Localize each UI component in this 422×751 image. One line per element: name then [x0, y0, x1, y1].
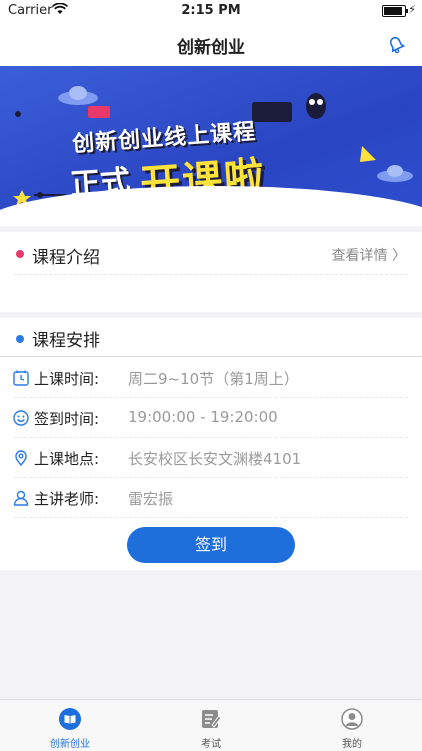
course-schedule-section: 课程安排 上课时间: 周二9~10节（第1周上） 签到时间: 19:00:00 … — [0, 318, 422, 570]
clock-icon — [13, 370, 29, 386]
intro-title: 课程介绍 — [32, 248, 100, 268]
clock-time: 2:15 PM — [181, 3, 241, 18]
location-icon — [15, 450, 27, 467]
page-title: 创新创业 — [177, 38, 245, 58]
teacher-label: 主讲老师: — [34, 490, 100, 508]
class-time-value: 周二9~10节（第1周上） — [128, 370, 299, 388]
exam-icon — [202, 710, 222, 728]
book-icon — [59, 708, 81, 730]
intro-bullet — [16, 250, 24, 258]
divider — [14, 274, 408, 275]
signin-button[interactable]: 签到 — [127, 527, 295, 563]
view-details-link[interactable]: 查看详情 〉 — [332, 245, 406, 265]
signin-time-value: 19:00:00 - 19:20:00 — [128, 408, 278, 426]
schedule-bullet — [16, 335, 24, 343]
class-time-label: 上课时间: — [34, 370, 100, 388]
nav-bar: 创新创业 — [0, 22, 422, 66]
signin-time-label: 签到时间: — [34, 410, 100, 428]
person-icon — [13, 490, 29, 506]
tab-label: 考试 — [201, 739, 221, 750]
smile-icon — [13, 410, 29, 426]
class-time-row: 上课时间: 周二9~10节（第1周上） — [0, 358, 422, 398]
signin-time-row: 签到时间: 19:00:00 - 19:20:00 — [0, 398, 422, 438]
divider — [0, 356, 422, 357]
tab-innovation[interactable]: 创新创业 — [0, 700, 140, 751]
battery-icon — [382, 5, 408, 17]
tab-profile[interactable]: 我的 — [282, 700, 422, 751]
location-value: 长安校区长安文渊楼4101 — [128, 450, 302, 468]
status-bar: Carrier 2:15 PM ⚡ — [0, 0, 422, 22]
course-intro-section: 课程介绍 查看详情 〉 — [0, 232, 422, 312]
teacher-value: 雷宏振 — [128, 490, 174, 508]
tab-bar: 创新创业 考试 我的 — [0, 699, 422, 751]
tab-label: 创新创业 — [50, 739, 90, 750]
location-label: 上课地点: — [34, 450, 100, 468]
charging-icon: ⚡ — [408, 3, 416, 16]
tab-label: 我的 — [342, 739, 362, 750]
profile-icon — [341, 708, 363, 730]
bell-icon[interactable] — [384, 32, 408, 56]
teacher-row: 主讲老师: 雷宏振 — [0, 478, 422, 518]
tab-exam[interactable]: 考试 — [141, 700, 281, 751]
schedule-title: 课程安排 — [32, 331, 100, 351]
course-banner[interactable]: 创新创业线上课程 正式 开课啦 — [0, 66, 422, 226]
location-row: 上课地点: 长安校区长安文渊楼4101 — [0, 438, 422, 478]
divider — [14, 517, 408, 518]
